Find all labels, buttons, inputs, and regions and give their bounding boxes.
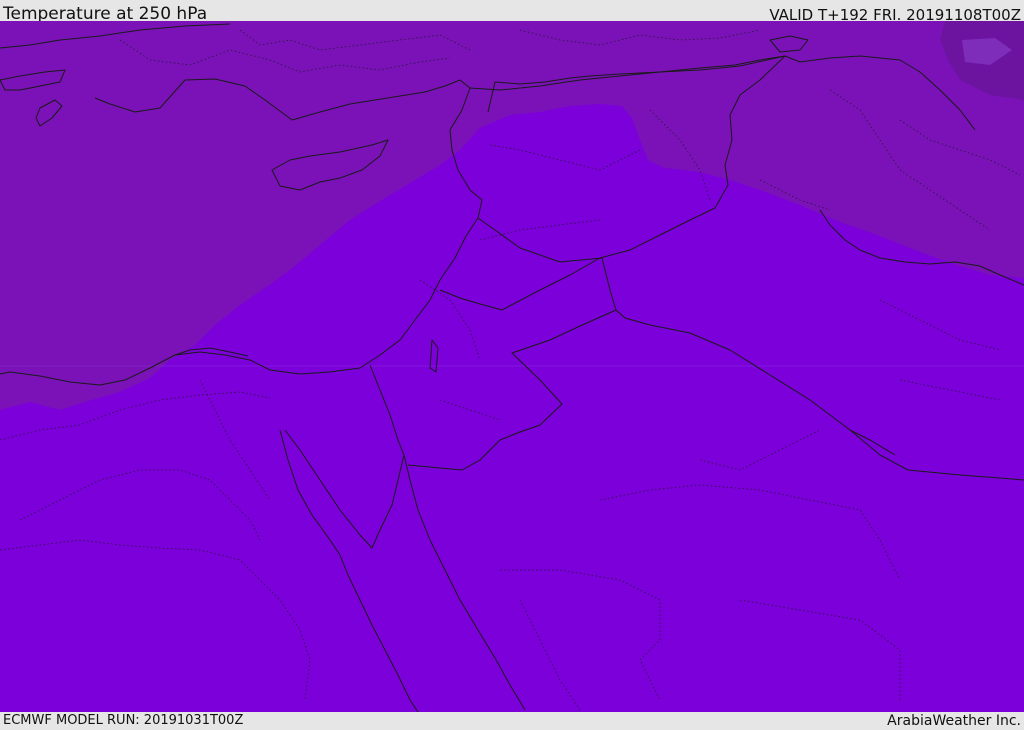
weather-map[interactable] [0,21,1024,712]
credit-text: ArabiaWeather Inc. [887,713,1021,729]
footer-bar: ECMWF MODEL RUN: 20191031T00Z ArabiaWeat… [0,712,1024,729]
header-bar: Temperature at 250 hPa VALID T+192 FRI. … [0,0,1024,24]
model-run: ECMWF MODEL RUN: 20191031T00Z [3,713,244,728]
map-canvas [0,21,1024,712]
